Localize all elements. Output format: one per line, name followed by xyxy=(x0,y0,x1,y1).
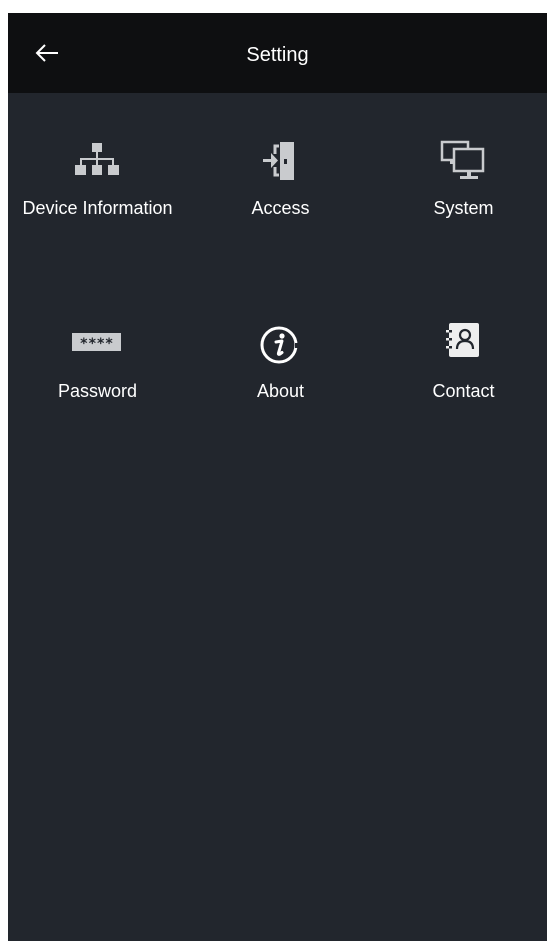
about-button[interactable]: About xyxy=(191,321,370,451)
contact-book-icon xyxy=(438,321,488,371)
password-mask-icon: **** xyxy=(72,321,122,371)
access-button[interactable]: Access xyxy=(191,138,370,268)
device-information-label: Device Information xyxy=(22,198,173,218)
svg-text:****: **** xyxy=(80,336,114,352)
about-label: About xyxy=(256,381,305,401)
device-information-button[interactable]: Device Information xyxy=(8,138,187,268)
settings-screen: Setting Device Information Access System… xyxy=(8,13,547,941)
top-bar: Setting xyxy=(8,13,547,93)
system-label: System xyxy=(433,198,494,218)
contact-button[interactable]: Contact xyxy=(374,321,547,451)
contact-label: Contact xyxy=(432,381,495,401)
access-label: Access xyxy=(251,198,310,218)
password-label: Password xyxy=(57,381,138,401)
network-tree-icon xyxy=(72,138,122,188)
door-entry-icon xyxy=(255,138,305,188)
page-title: Setting xyxy=(246,44,309,66)
monitors-icon xyxy=(438,138,488,188)
password-button[interactable]: **** Password xyxy=(8,321,187,451)
system-button[interactable]: System xyxy=(374,138,547,268)
info-circle-icon xyxy=(255,321,305,371)
